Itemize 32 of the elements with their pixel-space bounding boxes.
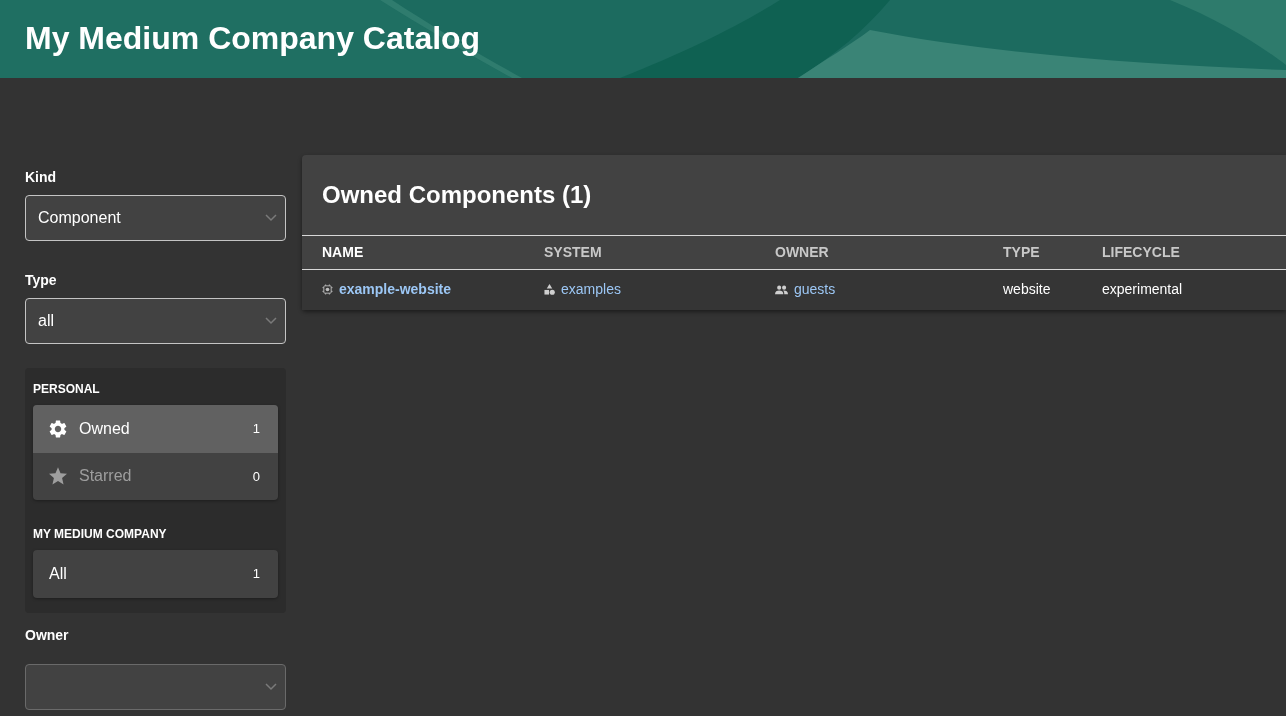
entity-link[interactable]: examples [561, 281, 621, 298]
item-count: 1 [252, 565, 260, 583]
filter-label: Owner [25, 626, 69, 644]
section-heading: PERSONAL [33, 382, 100, 397]
section-heading: MY MEDIUM COMPANY [33, 527, 167, 542]
page-title: My Medium Company Catalog [24, 19, 481, 58]
shapes-icon [544, 284, 555, 296]
kind-select[interactable]: Component [25, 195, 286, 241]
item-count: 1 [252, 420, 260, 438]
table-title: Owned Components (1) [321, 180, 593, 210]
chevron-icon [265, 214, 277, 222]
table-cell: website [983, 269, 1082, 310]
chevron-icon [265, 682, 277, 691]
column-header[interactable]: NAME [302, 235, 524, 270]
column-header[interactable]: LIFECYCLE [1082, 235, 1286, 270]
column-header[interactable]: OWNER [755, 235, 983, 270]
item-count: 0 [252, 467, 260, 486]
filter-label: Type [25, 272, 57, 289]
type-select[interactable]: all [25, 298, 286, 344]
entity-link[interactable]: example-website [339, 281, 452, 298]
gear-icon [49, 419, 67, 438]
people-icon [775, 284, 788, 296]
table-cell: experimental [1082, 269, 1286, 310]
column-header[interactable]: SYSTEM [524, 235, 755, 270]
star-icon [49, 467, 67, 486]
chip-icon [322, 284, 333, 296]
filter-label: Kind [25, 169, 57, 186]
entity-link[interactable]: guests [794, 281, 836, 298]
chevron-icon [265, 317, 277, 325]
column-header[interactable]: TYPE [983, 235, 1082, 270]
filter-item[interactable]: Owned 1 [33, 405, 278, 453]
filter-item[interactable]: All 1 [33, 550, 278, 598]
